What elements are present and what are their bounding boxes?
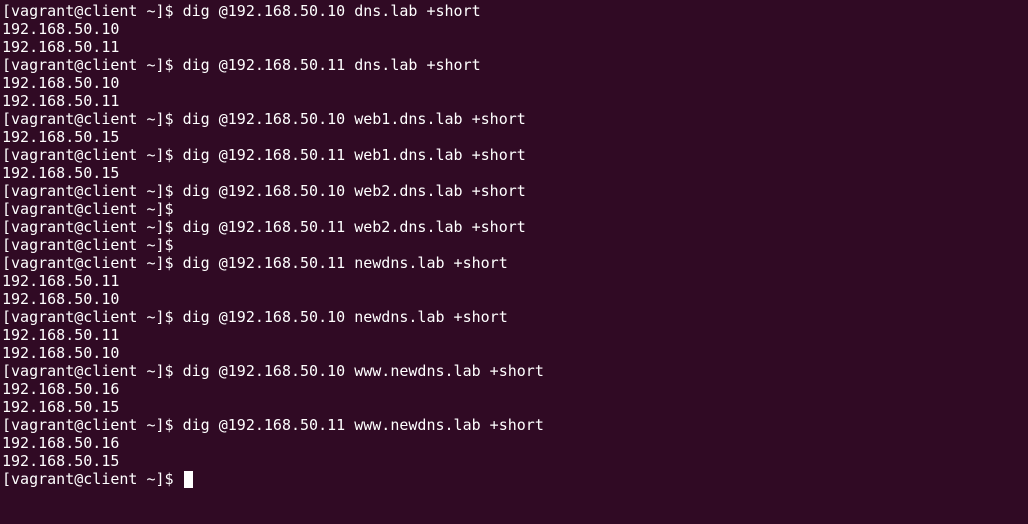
terminal-line: [vagrant@client ~]$ dig @192.168.50.11 w… bbox=[2, 146, 526, 164]
terminal-line: 192.168.50.10 bbox=[2, 20, 120, 38]
terminal-line: 192.168.50.11 bbox=[2, 272, 120, 290]
terminal-line: 192.168.50.15 bbox=[2, 164, 120, 182]
terminal-line: [vagrant@client ~]$ dig @192.168.50.10 d… bbox=[2, 2, 481, 20]
terminal-line: 192.168.50.10 bbox=[2, 344, 120, 362]
terminal-line: [vagrant@client ~]$ dig @192.168.50.11 d… bbox=[2, 56, 481, 74]
terminal-line: [vagrant@client ~]$ bbox=[2, 236, 174, 254]
terminal-line: [vagrant@client ~]$ dig @192.168.50.10 w… bbox=[2, 182, 526, 200]
terminal-line: [vagrant@client ~]$ dig @192.168.50.11 w… bbox=[2, 218, 526, 236]
terminal-line: 192.168.50.16 bbox=[2, 434, 120, 452]
terminal-line: 192.168.50.10 bbox=[2, 290, 120, 308]
terminal-line: 192.168.50.15 bbox=[2, 452, 120, 470]
terminal-line: 192.168.50.16 bbox=[2, 380, 120, 398]
terminal-line: [vagrant@client ~]$ dig @192.168.50.10 w… bbox=[2, 110, 526, 128]
terminal-line: [vagrant@client ~]$ dig @192.168.50.10 n… bbox=[2, 308, 508, 326]
terminal-line: 192.168.50.15 bbox=[2, 128, 120, 146]
terminal-line: [vagrant@client ~]$ dig @192.168.50.11 w… bbox=[2, 416, 544, 434]
text-cursor bbox=[183, 470, 193, 488]
shell-prompt: [vagrant@client ~]$ bbox=[2, 470, 174, 488]
terminal-output: [vagrant@client ~]$ dig @192.168.50.10 d… bbox=[2, 2, 1024, 470]
terminal-line: 192.168.50.11 bbox=[2, 92, 120, 110]
terminal-input-line[interactable]: [vagrant@client ~]$ bbox=[2, 470, 1024, 488]
terminal-line: [vagrant@client ~]$ dig @192.168.50.10 w… bbox=[2, 362, 544, 380]
terminal-window[interactable]: [vagrant@client ~]$ dig @192.168.50.10 d… bbox=[2, 2, 1024, 520]
terminal-line: [vagrant@client ~]$ dig @192.168.50.11 n… bbox=[2, 254, 508, 272]
terminal-line: 192.168.50.11 bbox=[2, 38, 120, 56]
terminal-line: 192.168.50.15 bbox=[2, 398, 120, 416]
terminal-line: [vagrant@client ~]$ bbox=[2, 200, 174, 218]
terminal-line: 192.168.50.11 bbox=[2, 326, 120, 344]
terminal-line: 192.168.50.10 bbox=[2, 74, 120, 92]
